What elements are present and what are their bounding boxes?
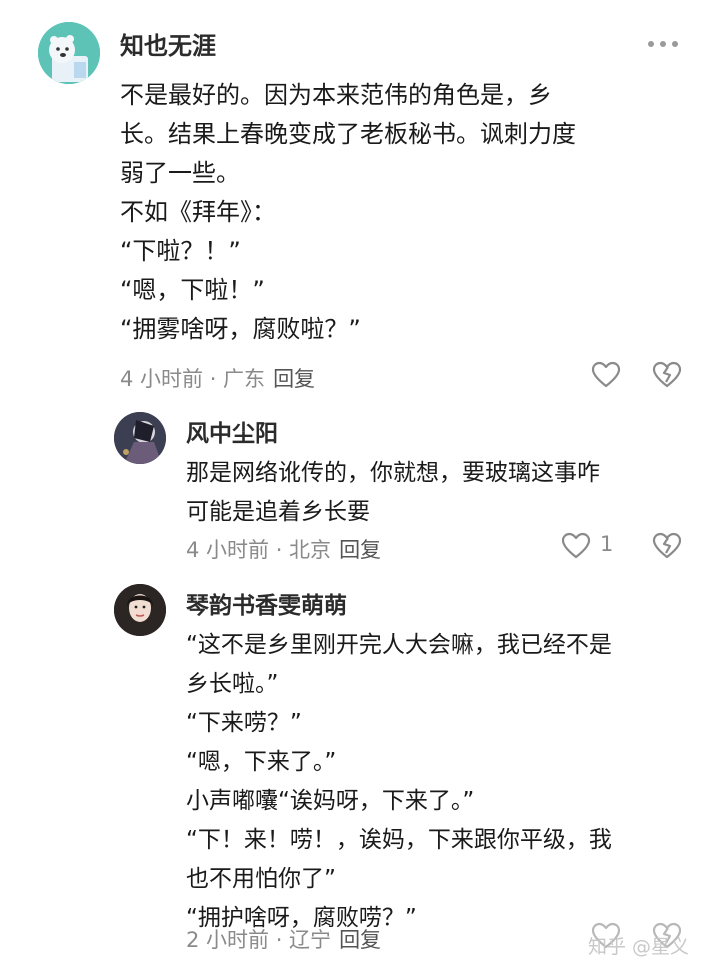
comment-line: “这不是乡里刚开完人大会嘛，我已经不是 bbox=[186, 632, 612, 658]
more-icon[interactable] bbox=[646, 35, 680, 47]
anime-character-avatar-icon bbox=[114, 412, 166, 464]
comment-line: 可能是追着乡长要 bbox=[186, 499, 370, 525]
reply-button[interactable]: 回复 bbox=[339, 928, 381, 952]
timestamp-location: 4 小时前 · 广东 bbox=[120, 367, 266, 391]
comment-line: 不是最好的。因为本来范伟的角色是，乡 bbox=[120, 81, 552, 109]
comment-text: 不是最好的。因为本来范伟的角色是，乡 长。结果上春晚变成了老板秘书。讽刺力度 弱… bbox=[120, 76, 576, 349]
comment-line: 那是网络讹传的，你就想，要玻璃这事咋 bbox=[186, 460, 600, 486]
username[interactable]: 琴韵书香雯萌萌 bbox=[186, 586, 347, 620]
reply-button[interactable]: 回复 bbox=[273, 367, 315, 391]
comment-line: 不如《拜年》： bbox=[120, 198, 276, 226]
timestamp-location: 4 小时前 · 北京 bbox=[186, 538, 332, 562]
like-heart-icon[interactable] bbox=[561, 532, 591, 560]
dislike-broken-heart-icon[interactable] bbox=[652, 532, 682, 560]
comment-meta: 4 小时前 · 广东 回复 bbox=[120, 363, 315, 393]
avatar[interactable] bbox=[114, 412, 166, 464]
username[interactable]: 知也无涯 bbox=[120, 26, 216, 61]
comment-line: 小声嘟囔“诶妈呀，下来了。” bbox=[186, 788, 475, 814]
reply-button[interactable]: 回复 bbox=[339, 538, 381, 562]
comment-line: “拥雾啥呀，腐败啦？” bbox=[120, 315, 361, 343]
avatar[interactable] bbox=[38, 22, 100, 84]
avatar[interactable] bbox=[114, 584, 166, 636]
comment-line: 长。结果上春晚变成了老板秘书。讽刺力度 bbox=[120, 120, 576, 148]
username[interactable]: 风中尘阳 bbox=[186, 414, 278, 448]
like-count: 1 bbox=[600, 532, 614, 556]
dislike-broken-heart-icon[interactable] bbox=[652, 361, 682, 389]
comment-meta: 4 小时前 · 北京 回复 bbox=[186, 534, 381, 564]
portrait-avatar-icon bbox=[114, 584, 166, 636]
polar-bear-avatar-icon bbox=[38, 22, 100, 84]
comment-line: “下啦？！” bbox=[120, 237, 241, 265]
comment-line: “嗯，下啦！” bbox=[120, 276, 265, 304]
comment-line: 也不用怕你了” bbox=[186, 866, 336, 892]
comment-line: 弱了一些。 bbox=[120, 159, 240, 187]
comment-line: “下来唠？” bbox=[186, 710, 302, 736]
comment-text: 那是网络讹传的，你就想，要玻璃这事咋 可能是追着乡长要 bbox=[186, 454, 600, 532]
comment-text: “这不是乡里刚开完人大会嘛，我已经不是 乡长啦。” “下来唠？” “嗯，下来了。… bbox=[186, 626, 612, 938]
comment-line: “下！来！唠！，诶妈，下来跟你平级，我 bbox=[186, 827, 612, 853]
watermark: 知乎 @星义 bbox=[588, 936, 690, 958]
comment-line: 乡长啦。” bbox=[186, 671, 279, 697]
comment-line: “嗯，下来了。” bbox=[186, 749, 337, 775]
like-heart-icon[interactable] bbox=[591, 361, 621, 389]
timestamp-location: 2 小时前 · 辽宁 bbox=[186, 928, 332, 952]
comment-meta: 2 小时前 · 辽宁 回复 bbox=[186, 924, 381, 954]
